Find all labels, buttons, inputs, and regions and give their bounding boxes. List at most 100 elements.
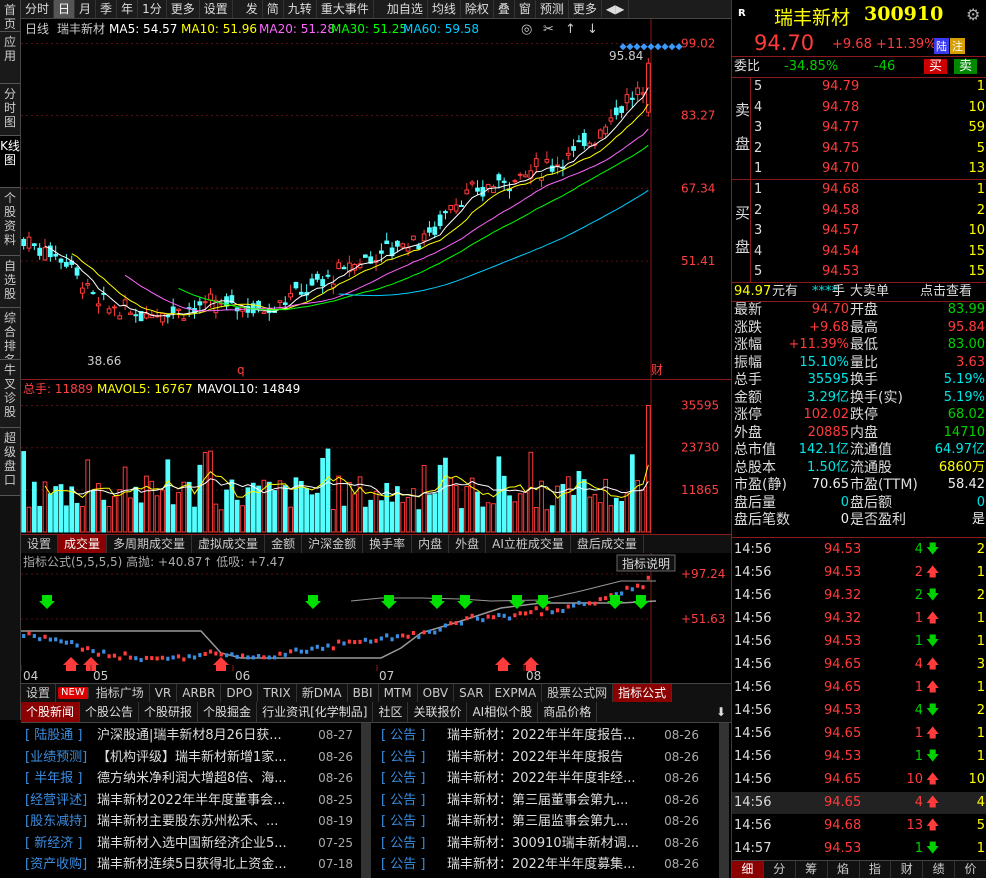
download-icon[interactable]: ⬇ [711,702,731,722]
event-diamond-icon[interactable] [654,43,662,51]
news-item[interactable]: [业绩预测] 【机构评级】瑞丰新材新增1家... 08-26 [25,747,355,768]
news-item[interactable]: [股东减持] 瑞丰新材主要股东苏州松禾、... 08-19 [25,811,355,832]
newstab-5[interactable]: 社区 [373,702,409,722]
toolbar-item-6[interactable]: 更多 [167,0,200,18]
toolbar-item-9[interactable]: 发 [242,0,263,18]
ask-level[interactable]: 1 94.70 13 [732,159,986,179]
bid-level[interactable]: 3 94.57 10 [732,221,986,241]
indtab-1[interactable]: NEW [58,687,89,699]
chart-tool-icon[interactable]: ↓ [587,22,598,37]
indtab-0[interactable]: 设置 [21,684,57,702]
vtab-2[interactable]: 分时图 [0,84,20,136]
indtab-13[interactable]: 股票公式网 [542,684,614,702]
toolbar-menu-icon[interactable]: ◀▶ [602,0,630,18]
news-item[interactable]: [ 公告 ] 瑞丰新材：第三届董事会第九... 08-26 [381,790,701,811]
toolbar-item-14[interactable]: 加自选 [383,0,428,18]
event-diamond-icon[interactable] [668,43,676,51]
vtab-4[interactable]: 个股资料 [0,188,20,256]
indicator-chart[interactable]: 指标公式(5,5,5,5) 高抛: +40.87↑ 低吸: +7.47 指标说明 +… [20,553,731,684]
ask-level[interactable]: 3 94.77 59 [732,118,986,138]
toolbar-item-2[interactable]: 月 [75,0,97,18]
vtab-6[interactable]: 综合排名 [0,308,20,360]
big-order-row[interactable]: 94.97 元有 **** 手大卖单 点击查看 [732,282,986,302]
indtab-7[interactable]: 新DMA [297,684,348,702]
rtab-4[interactable]: 指 [860,861,892,878]
news-item[interactable]: [资产收购] 瑞丰新材连续5日获得北上资金... 07-18 [25,854,355,875]
voltab-2[interactable]: 多周期成交量 [107,535,193,553]
settings-gear-icon[interactable]: ⚙ [966,5,980,24]
voltab-9[interactable]: AI立桩成交量 [486,535,571,553]
news-item[interactable]: [ 公告 ] 瑞丰新材：第三届监事会第九... 08-26 [381,811,701,832]
chart-tool-icon[interactable]: ✂ [543,22,554,37]
bigorder-link[interactable]: 点击查看 [920,282,972,302]
bid-level[interactable]: 1 94.68 1 [732,180,986,200]
vtab-3[interactable]: K线图 [0,136,20,188]
rtab-2[interactable]: 筹 [796,861,828,878]
buy-button[interactable]: 买 [924,59,948,74]
indtab-9[interactable]: MTM [379,684,418,702]
news-item[interactable]: [ 半年报 ] 德方纳米净利润大增超8倍、海... 08-26 [25,768,355,789]
newstab-4[interactable]: 行业资讯[化学制品] [257,702,374,722]
voltab-7[interactable]: 内盘 [412,535,450,553]
vtab-8[interactable]: 超级盘口 [0,428,20,496]
news-scrollbar-2[interactable] [719,723,729,878]
toolbar-item-7[interactable]: 设置 [200,0,233,18]
rtab-1[interactable]: 分 [764,861,796,878]
toolbar-item-5[interactable]: 1分 [138,0,167,18]
news-item[interactable]: [ 公告 ] 瑞丰新材：2022年半年度非经... 08-26 [381,768,701,789]
vtab-5[interactable]: 自选股 [0,256,20,308]
voltab-1[interactable]: 成交量 [58,535,108,553]
newstab-1[interactable]: 个股公告 [80,702,140,722]
kline-chart[interactable]: 99.02 83.27 67.34 51.41 日线 瑞丰新材 MA5: 54.57 MA10… [21,19,731,380]
toolbar-item-19[interactable]: 预测 [536,0,569,18]
indtab-12[interactable]: EXPMA [490,684,543,702]
rtab-6[interactable]: 绩 [923,861,956,878]
news-item[interactable]: [ 公告 ] 瑞丰新材：2022年半年度报告... 08-26 [381,725,701,746]
voltab-4[interactable]: 金额 [265,535,303,553]
voltab-8[interactable]: 外盘 [449,535,487,553]
news-item[interactable]: [ 陆股通 ] 沪深股通|瑞丰新材8月26日获... 08-27 [25,725,355,746]
bid-level[interactable]: 2 94.58 2 [732,201,986,221]
rtab-5[interactable]: 财 [891,861,924,878]
indtab-8[interactable]: BBI [348,684,379,702]
toolbar-item-0[interactable]: 分时 [21,0,55,18]
ask-level[interactable]: 4 94.78 10 [732,98,986,118]
voltab-6[interactable]: 换手率 [363,535,413,553]
news-item[interactable]: [ 新经济 ] 瑞丰新材入选中国新经济企业5... 07-25 [25,833,355,854]
event-diamond-icon[interactable] [661,43,669,51]
indtab-10[interactable]: OBV [418,684,455,702]
indtab-2[interactable]: 指标广场 [91,684,150,702]
newstab-0[interactable]: 个股新闻 [21,702,81,722]
rtab-0[interactable]: 细 [732,861,764,878]
indtab-6[interactable]: TRIX [258,684,297,702]
chart-tool-icon[interactable]: ↑ [565,22,576,37]
news-item[interactable]: [ 公告 ] 瑞丰新材：2022年半年度报告 08-26 [381,747,701,768]
toolbar-item-17[interactable]: 叠 [494,0,515,18]
chart-tool-icon[interactable]: ◎ [521,22,532,37]
toolbar-item-11[interactable]: 九转 [284,0,317,18]
toolbar-item-16[interactable]: 除权 [461,0,494,18]
toolbar-item-18[interactable]: 窗 [515,0,536,18]
ask-level[interactable]: 5 94.79 1 [732,77,986,97]
bid-level[interactable]: 4 94.54 15 [732,242,986,262]
ask-level[interactable]: 2 94.75 5 [732,139,986,159]
rtab-7[interactable]: 价 [955,861,986,878]
toolbar-item-10[interactable]: 简 [263,0,284,18]
news-item[interactable]: [经营评述] 瑞丰新材2022年半年度董事会... 08-25 [25,790,355,811]
newstab-3[interactable]: 个股掘金 [198,702,258,722]
indtab-5[interactable]: DPO [221,684,259,702]
vtab-1[interactable]: 应用 [0,32,20,84]
event-diamond-icon[interactable] [647,43,655,51]
vtab-0[interactable]: 首页 [0,0,20,32]
toolbar-item-20[interactable]: 更多 [569,0,602,18]
toolbar-item-12[interactable]: 重大事件 [317,0,374,18]
newstab-8[interactable]: 商品价格 [538,702,598,722]
vtab-7[interactable]: 牛叉诊股 [0,360,20,428]
bid-level[interactable]: 5 94.53 15 [732,262,986,282]
indtab-4[interactable]: ARBR [177,684,222,702]
voltab-0[interactable]: 设置 [21,535,59,553]
news-item[interactable]: [ 公告 ] 瑞丰新材：300910瑞丰新材调... 08-26 [381,833,701,854]
voltab-3[interactable]: 虚拟成交量 [192,535,266,553]
toolbar-item-3[interactable]: 季 [96,0,118,18]
indtab-3[interactable]: VR [150,684,178,702]
